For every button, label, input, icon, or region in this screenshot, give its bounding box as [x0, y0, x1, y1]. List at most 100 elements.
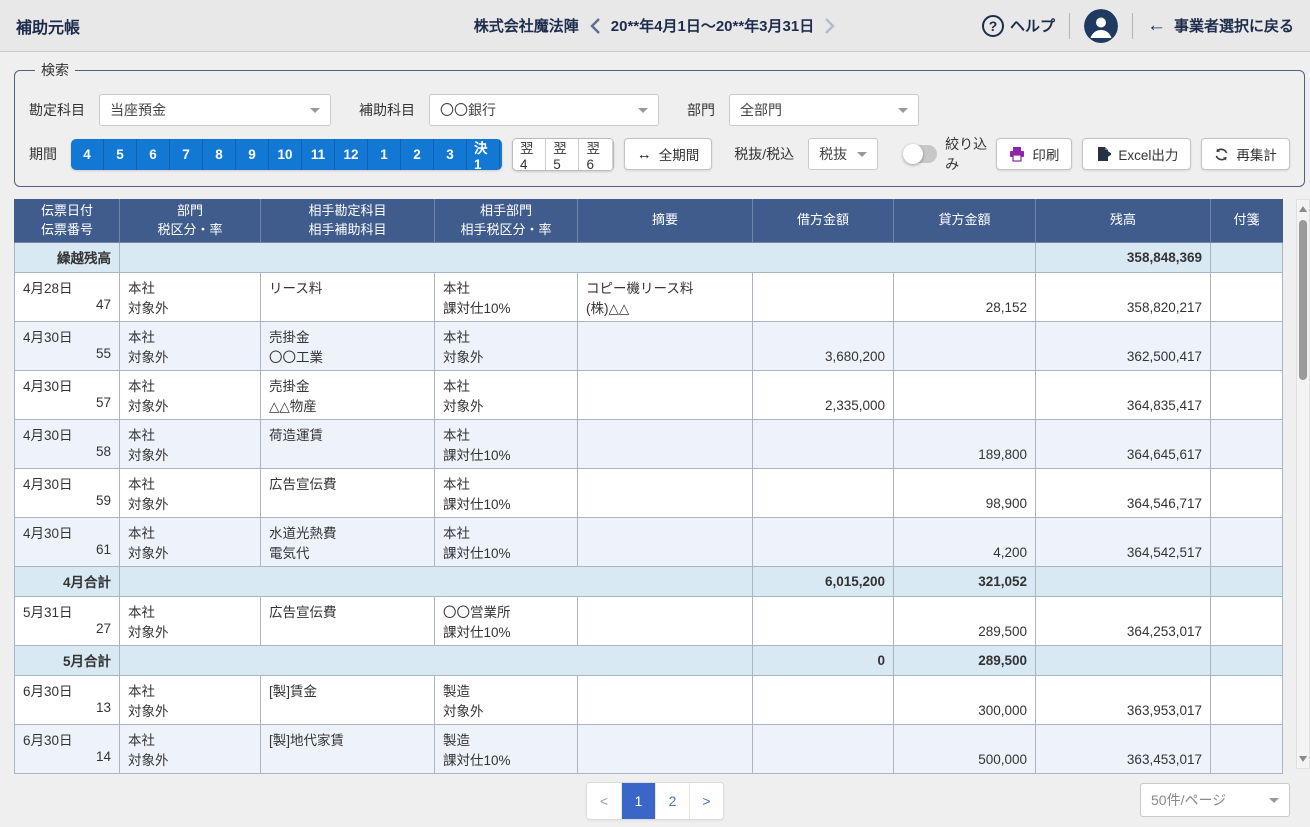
column-header: 付箋	[1211, 200, 1283, 243]
balance-cell: 364,546,717	[1036, 468, 1211, 517]
excel-export-button[interactable]: Excel出力	[1082, 138, 1191, 170]
period-button-7[interactable]: 7	[170, 139, 203, 170]
voucher-date: 6月30日	[23, 729, 111, 749]
page-prev-button[interactable]: <	[587, 783, 621, 819]
period-button-12[interactable]: 12	[335, 139, 368, 170]
opp-department: 〇〇営業所	[443, 601, 569, 621]
debit-total-cell: 0	[753, 645, 894, 675]
previous-period-chevron-icon[interactable]	[589, 17, 601, 35]
voucher-number: 57	[23, 395, 111, 410]
period-next-buttons: 翌4翌5翌6	[512, 138, 614, 171]
opp-subaccount: 電気代	[269, 542, 426, 562]
search-panel: 検索 勘定科目 当座預金 補助科目 〇〇銀行 部門 全部門 期間 4567891…	[14, 60, 1305, 187]
department-cell: 本社対象外	[120, 517, 261, 566]
opponent-department-cell: 本社課対仕10%	[435, 517, 578, 566]
help-button[interactable]: ? ヘルプ	[982, 15, 1055, 37]
department-select[interactable]: 全部門	[729, 94, 919, 126]
tax-class: 対象外	[128, 395, 252, 415]
period-button-翌6[interactable]: 翌6	[579, 139, 612, 170]
column-header-line1: 相手勘定科目	[265, 202, 430, 221]
balance-cell	[1036, 645, 1211, 675]
period-button-11[interactable]: 11	[302, 139, 335, 170]
credit-total-cell: 321,052	[894, 566, 1036, 596]
toggle-knob	[903, 144, 923, 164]
column-header-line1: 貸方金額	[898, 211, 1031, 230]
period-button-決1[interactable]: 決1	[467, 139, 500, 170]
tax-class: 対象外	[128, 621, 252, 641]
user-avatar[interactable]	[1084, 9, 1118, 43]
page-size-select[interactable]: 50件/ページ	[1140, 783, 1290, 817]
opp-account: 荷造運賃	[269, 424, 426, 444]
column-header: 部門税区分・率	[120, 200, 261, 243]
opponent-account-cell: 荷造運賃	[261, 419, 435, 468]
tag-cell	[1211, 242, 1283, 272]
tag-cell	[1211, 370, 1283, 419]
back-to-business-select-button[interactable]: ← 事業者選択に戻る	[1147, 15, 1294, 37]
tax-mode-select[interactable]: 税抜	[808, 138, 878, 170]
full-period-button[interactable]: ↔ 全期間	[624, 138, 713, 170]
voucher-number: 55	[23, 346, 111, 361]
opp-account: 水道光熱費	[269, 522, 426, 542]
period-button-4[interactable]: 4	[71, 139, 104, 170]
page-next-button[interactable]: >	[689, 783, 723, 819]
scrollbar-thumb[interactable]	[1299, 220, 1307, 380]
debit-cell	[753, 675, 894, 724]
ledger-entry-row: 4月30日55本社対象外売掛金〇〇工業本社対象外3,680,200362,500…	[15, 321, 1283, 370]
page-button-2[interactable]: 2	[655, 783, 689, 819]
column-header-line1: 伝票日付	[19, 202, 115, 221]
period-button-6[interactable]: 6	[137, 139, 170, 170]
account-select[interactable]: 当座預金	[99, 94, 331, 126]
period-button-決2[interactable]: 決2	[500, 139, 502, 170]
opponent-account-cell: 広告宣伝費	[261, 596, 435, 645]
opponent-department-cell: 本社課対仕10%	[435, 419, 578, 468]
total-label-cell: 4月合計	[15, 566, 120, 596]
opponent-department-cell: 本社課対仕10%	[435, 272, 578, 321]
balance-cell: 364,542,517	[1036, 517, 1211, 566]
period-button-2[interactable]: 2	[401, 139, 434, 170]
opponent-account-cell: リース料	[261, 272, 435, 321]
voucher-number: 27	[23, 621, 111, 636]
period-button-3[interactable]: 3	[434, 139, 467, 170]
period-button-翌5[interactable]: 翌5	[546, 139, 579, 170]
balance-cell: 363,453,017	[1036, 724, 1211, 773]
chevron-down-icon	[857, 152, 867, 157]
print-button[interactable]: 印刷	[996, 138, 1072, 170]
date-number-cell: 4月30日61	[15, 517, 120, 566]
date-number-cell: 4月30日58	[15, 419, 120, 468]
recalculate-button[interactable]: 再集計	[1201, 138, 1290, 170]
tag-cell	[1211, 675, 1283, 724]
divider	[1132, 13, 1133, 39]
department: 本社	[128, 601, 252, 621]
scroll-down-icon[interactable]	[1297, 752, 1309, 766]
tax-class: 対象外	[128, 346, 252, 366]
balance-cell: 364,253,017	[1036, 596, 1211, 645]
page-button-1[interactable]: 1	[621, 783, 655, 819]
opponent-department-cell: 製造対象外	[435, 675, 578, 724]
period-button-8[interactable]: 8	[203, 139, 236, 170]
period-button-5[interactable]: 5	[104, 139, 137, 170]
department-cell: 本社対象外	[120, 596, 261, 645]
tag-cell	[1211, 517, 1283, 566]
month-total-row: 4月合計6,015,200321,052	[15, 566, 1283, 596]
department: 本社	[128, 424, 252, 444]
period-button-1[interactable]: 1	[368, 139, 401, 170]
department: 本社	[128, 326, 252, 346]
period-button-10[interactable]: 10	[269, 139, 302, 170]
question-mark-icon: ?	[982, 15, 1004, 37]
period-button-翌4[interactable]: 翌4	[513, 139, 546, 170]
tag-cell	[1211, 272, 1283, 321]
credit-total-cell: 289,500	[894, 645, 1036, 675]
period-button-9[interactable]: 9	[236, 139, 269, 170]
next-period-chevron-icon[interactable]	[824, 17, 836, 35]
column-header: 借方金額	[753, 200, 894, 243]
summary-cell	[578, 596, 753, 645]
opp-department: 製造	[443, 680, 569, 700]
balance-cell: 358,848,369	[1036, 242, 1211, 272]
scroll-up-icon[interactable]	[1297, 202, 1309, 216]
tag-cell	[1211, 419, 1283, 468]
filter-toggle[interactable]	[904, 145, 937, 163]
column-header: 伝票日付伝票番号	[15, 200, 120, 243]
left-right-arrow-icon: ↔	[637, 146, 652, 163]
vertical-scrollbar[interactable]	[1296, 199, 1310, 769]
subaccount-select[interactable]: 〇〇銀行	[429, 94, 659, 126]
